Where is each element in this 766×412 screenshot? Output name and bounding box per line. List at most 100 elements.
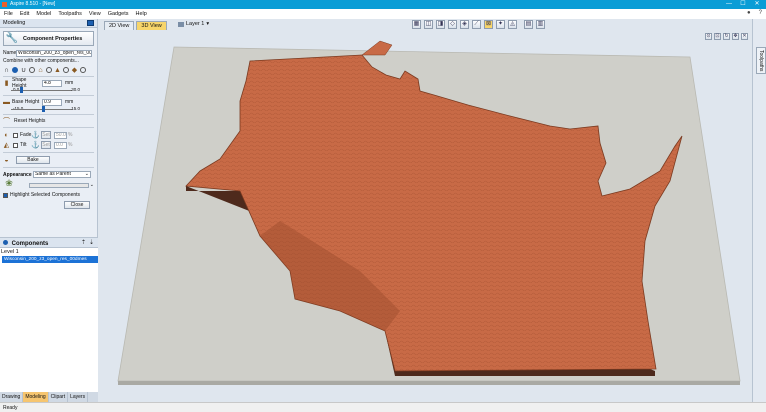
tilt-checkbox[interactable] [13, 142, 18, 148]
shape-slider-thumb[interactable] [19, 87, 23, 93]
title-bar: Aspire 8.510 - [New] — ☐ ✕ [0, 0, 766, 9]
components-title: Components [11, 241, 49, 247]
highlight-checkbox[interactable] [3, 192, 8, 198]
menu-toolpaths[interactable]: Toolpaths [58, 11, 82, 17]
chevron-down-icon: ⌄ [84, 171, 89, 177]
base-height-icon: ▬ [3, 98, 10, 106]
appearance-select[interactable]: Same as Parent ⌄ [33, 171, 91, 178]
tab-3d-view[interactable]: 3D View [136, 21, 167, 30]
combine-mode-row: ∩ ∪ ⌂ ▲ ◆ [3, 66, 94, 74]
tree-level[interactable]: Level 1 [0, 248, 98, 256]
fade-row: ◐ Fade ⚓ Set 50.0 % [3, 130, 94, 140]
chevron-down-icon[interactable]: ⌄ [90, 182, 94, 188]
tilt-set-button[interactable]: Set [41, 141, 51, 149]
shape-height-unit: mm [65, 80, 74, 86]
layer-dropdown[interactable]: Layer 1 ▾ [178, 21, 209, 27]
base-height-field[interactable]: 0.9 [42, 98, 62, 106]
divider [3, 127, 94, 128]
plate-edge [118, 381, 740, 385]
close-window-button[interactable]: ✕ [750, 0, 764, 9]
diamond-icon[interactable]: ◇ [448, 20, 457, 29]
menu-edit[interactable]: Edit [20, 11, 29, 17]
move-up-icon[interactable]: ⇡ [81, 239, 86, 246]
app-logo-icon [2, 2, 7, 7]
reset-heights-button[interactable]: Reset Heights [14, 118, 45, 124]
layout-icon[interactable]: ▥ [536, 20, 545, 29]
tree-item-selected[interactable]: Wisconsin_200_z3_open_res_00dmes [2, 256, 98, 263]
base-height-label: Base Height [12, 99, 40, 105]
model-icon[interactable]: ✦ [496, 20, 505, 29]
tab-modeling[interactable]: Modeling [23, 392, 49, 402]
tab-2d-view[interactable]: 2D View [104, 21, 135, 30]
menu-help[interactable]: Help [136, 11, 147, 17]
select-icon[interactable]: ⊠ [484, 20, 493, 29]
close-button[interactable]: Close [64, 200, 90, 209]
tilt-field[interactable]: 0.0 [54, 141, 67, 149]
view-iso-icon[interactable]: ◨ [436, 20, 445, 29]
appearance-preview-row: ❀ ⌄ [3, 178, 94, 191]
maximize-button[interactable]: ☐ [736, 0, 750, 9]
fade-set-button[interactable]: Set [41, 131, 51, 139]
panel-tabs: Drawing Modeling Clipart Layers [0, 392, 98, 402]
combine-label: Combine with other components... [3, 58, 79, 64]
move-down-icon[interactable]: ⇣ [89, 239, 94, 246]
highlight-label: Highlight Selected Components [10, 192, 81, 198]
tilt-unit: % [68, 142, 73, 148]
tab-layers[interactable]: Layers [68, 392, 89, 402]
combine-merge-radio[interactable] [46, 67, 52, 73]
base-slider-thumb[interactable] [42, 106, 46, 112]
appearance-label: Appearance [3, 171, 32, 178]
shape-height-slider[interactable]: 0.0 30.0 [3, 87, 94, 93]
combine-add-radio[interactable] [12, 67, 18, 73]
subtract-mode-icon: ∪ [20, 66, 27, 74]
base-height-slider[interactable]: -15.0 15.0 [3, 106, 94, 112]
shade-icon[interactable]: ◈ [460, 20, 469, 29]
add-mode-icon: ∩ [3, 66, 10, 74]
menu-gadgets[interactable]: Gadgets [108, 11, 129, 17]
bake-button[interactable]: Bake [16, 156, 50, 164]
components-tree: Level 1 Wisconsin_200_z3_open_res_00dmes [0, 248, 98, 392]
name-field[interactable]: Wisconsin_200_z3_open_res_00( [16, 49, 92, 57]
minimize-button[interactable]: — [722, 0, 736, 9]
appearance-row: Appearance Same as Parent ⌄ [3, 170, 94, 179]
combine-low-radio[interactable] [63, 67, 69, 73]
panel-header: Modeling [0, 19, 97, 28]
toolpaths-side-tab[interactable]: Toolpaths [756, 47, 766, 75]
combine-multiply-radio[interactable] [80, 67, 86, 73]
highlight-row: Highlight Selected Components [3, 191, 94, 199]
grid-icon[interactable]: ▦ [412, 20, 421, 29]
color-palette-icon[interactable]: ❀ [3, 178, 15, 191]
reset-heights-icon: ⌒ [3, 117, 10, 125]
tilt-label: Tilt [20, 142, 27, 148]
tile-icon[interactable]: ▤ [524, 20, 533, 29]
tab-clipart[interactable]: Clipart [49, 392, 69, 402]
shape-height-icon: ▮ [4, 79, 9, 87]
low-mode-icon: ▲ [54, 66, 61, 74]
close-row: Close [3, 199, 94, 210]
view-top-icon[interactable]: ◫ [424, 20, 433, 29]
3d-scene[interactable] [100, 31, 752, 402]
menu-view[interactable]: View [89, 11, 101, 17]
shape-height-field[interactable]: 4.8 [42, 79, 62, 87]
tab-drawing[interactable]: Drawing [0, 392, 24, 402]
pin-panel-icon[interactable] [87, 20, 94, 26]
component-properties-title: Component Properties [23, 35, 83, 42]
appearance-swatch[interactable] [28, 182, 89, 188]
menu-model[interactable]: Model [36, 11, 51, 17]
fade-unit: % [68, 132, 73, 138]
anchor-icon: ⚓ [31, 141, 40, 149]
list-item: Wisconsin_200_z3_open_res_00dmes [4, 257, 87, 262]
combine-row: Combine with other components... [3, 57, 94, 65]
pyramid-icon[interactable]: ◬ [508, 20, 517, 29]
base-slider-max: 15.0 [71, 106, 80, 111]
measure-icon[interactable]: ⟋ [472, 20, 481, 29]
fade-field[interactable]: 50.0 [54, 131, 67, 139]
multiply-mode-icon: ◆ [71, 66, 78, 74]
menu-file[interactable]: File [4, 11, 13, 17]
combine-subtract-radio[interactable] [29, 67, 35, 73]
fade-checkbox[interactable] [13, 132, 18, 138]
base-height-unit: mm [65, 99, 74, 105]
help-icon[interactable]: ? [759, 10, 762, 16]
circle-icon[interactable]: ● [747, 10, 751, 16]
fade-icon: ◐ [4, 131, 9, 139]
